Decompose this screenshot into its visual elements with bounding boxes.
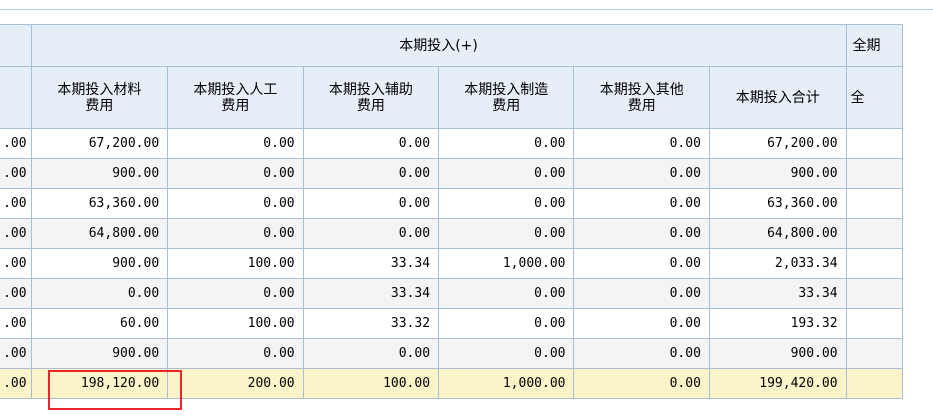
total-cell[interactable]: 100.00 bbox=[302, 368, 440, 399]
cell[interactable]: 900.00 bbox=[30, 248, 169, 279]
column-header-material[interactable]: 本期投入材料 费用 bbox=[30, 66, 169, 129]
cell[interactable]: .00 bbox=[0, 188, 32, 219]
column-header-prev[interactable]: 用 bbox=[0, 66, 32, 129]
cell[interactable]: 0.00 bbox=[573, 188, 710, 219]
cell[interactable] bbox=[845, 248, 904, 279]
cell[interactable]: 0.00 bbox=[30, 278, 169, 309]
column-header-other[interactable]: 本期投入其他 费用 bbox=[573, 66, 710, 129]
cell[interactable]: 0.00 bbox=[573, 338, 710, 369]
cost-allocation-grid: 本期投入(+) 全期 用 本期投入材料费用 本期投入人工费用 本期投入辅助费用 … bbox=[0, 24, 904, 399]
table-row[interactable]: .00 900.00 0.00 0.00 0.00 0.00 900.00 bbox=[0, 158, 904, 189]
cell[interactable]: 0.00 bbox=[573, 308, 710, 339]
table-row[interactable]: .00 900.00 0.00 0.00 0.00 0.00 900.00 bbox=[0, 338, 904, 369]
cell[interactable]: 0.00 bbox=[438, 158, 575, 189]
cell[interactable]: 0.00 bbox=[438, 128, 575, 159]
cell[interactable]: 0.00 bbox=[167, 338, 304, 369]
cell[interactable] bbox=[845, 308, 904, 339]
cell[interactable]: 0.00 bbox=[302, 338, 440, 369]
column-header-next[interactable]: 全 bbox=[845, 66, 904, 129]
table-row[interactable]: .00 0.00 0.00 33.34 0.00 0.00 33.34 bbox=[0, 278, 904, 309]
column-header-manufacturing[interactable]: 本期投入制造 费用 bbox=[438, 66, 575, 129]
cell[interactable]: .00 bbox=[0, 218, 32, 249]
cell[interactable]: 0.00 bbox=[302, 128, 440, 159]
cell[interactable]: 0.00 bbox=[573, 218, 710, 249]
cell[interactable]: 63,360.00 bbox=[30, 188, 169, 219]
group-header-next: 全期 bbox=[845, 24, 904, 67]
total-row[interactable]: .00 198,120.00 200.00 100.00 1,000.00 0.00 199… bbox=[0, 368, 904, 399]
cell[interactable]: 0.00 bbox=[167, 128, 304, 159]
cell[interactable]: 0.00 bbox=[438, 218, 575, 249]
group-header-prev bbox=[0, 24, 32, 67]
total-cell[interactable]: 1,000.00 bbox=[438, 368, 575, 399]
cell[interactable]: 100.00 bbox=[167, 308, 304, 339]
cell[interactable]: 0.00 bbox=[302, 158, 440, 189]
total-cell[interactable]: 200.00 bbox=[167, 368, 304, 399]
cell[interactable]: .00 bbox=[0, 308, 32, 339]
table-row[interactable]: .00 63,360.00 0.00 0.00 0.00 0.00 63,360.00 bbox=[0, 188, 904, 219]
cell[interactable]: 63,360.00 bbox=[708, 188, 847, 219]
cell[interactable]: .00 bbox=[0, 248, 32, 279]
cell[interactable]: 100.00 bbox=[167, 248, 304, 279]
cell[interactable]: 900.00 bbox=[708, 158, 847, 189]
group-header-current-input: 本期投入(+) bbox=[30, 24, 847, 67]
total-cell-material[interactable]: 198,120.00 bbox=[30, 368, 169, 399]
cell[interactable]: 0.00 bbox=[167, 158, 304, 189]
cell[interactable]: 64,800.00 bbox=[30, 218, 169, 249]
cell[interactable]: 0.00 bbox=[167, 188, 304, 219]
cell[interactable]: 0.00 bbox=[167, 278, 304, 309]
cell[interactable]: 900.00 bbox=[30, 158, 169, 189]
cell[interactable]: 900.00 bbox=[708, 338, 847, 369]
cell[interactable]: .00 bbox=[0, 338, 32, 369]
total-cell[interactable]: .00 bbox=[0, 368, 32, 399]
table-row[interactable]: .00 67,200.00 0.00 0.00 0.00 0.00 67,200.00 bbox=[0, 128, 904, 159]
cell[interactable] bbox=[845, 158, 904, 189]
total-cell[interactable]: 199,420.00 bbox=[708, 368, 847, 399]
cell[interactable]: 33.34 bbox=[302, 278, 440, 309]
cell[interactable]: 33.32 bbox=[302, 308, 440, 339]
cell[interactable]: 900.00 bbox=[30, 338, 169, 369]
cell[interactable]: .00 bbox=[0, 158, 32, 189]
column-header-total[interactable]: 本期投入合计 bbox=[708, 66, 847, 129]
cell[interactable]: 0.00 bbox=[438, 278, 575, 309]
cell[interactable] bbox=[845, 128, 904, 159]
cell[interactable] bbox=[845, 278, 904, 309]
total-cell[interactable] bbox=[845, 368, 904, 399]
cell[interactable]: 67,200.00 bbox=[30, 128, 169, 159]
cell[interactable]: 0.00 bbox=[167, 218, 304, 249]
table-row[interactable]: .00 900.00 100.00 33.34 1,000.00 0.00 2,033.34 bbox=[0, 248, 904, 279]
cell[interactable]: 33.34 bbox=[302, 248, 440, 279]
column-header-auxiliary[interactable]: 本期投入辅助 费用 bbox=[302, 66, 440, 129]
cell[interactable]: 64,800.00 bbox=[708, 218, 847, 249]
cell[interactable]: 67,200.00 bbox=[708, 128, 847, 159]
column-header-labor[interactable]: 本期投入人工 费用 bbox=[167, 66, 304, 129]
cell[interactable] bbox=[845, 188, 904, 219]
cell[interactable]: 0.00 bbox=[573, 158, 710, 189]
cell[interactable] bbox=[845, 218, 904, 249]
cell[interactable]: 0.00 bbox=[573, 128, 710, 159]
cell[interactable]: 0.00 bbox=[573, 248, 710, 279]
cell[interactable]: 0.00 bbox=[573, 278, 710, 309]
table-row[interactable]: .00 64,800.00 0.00 0.00 0.00 0.00 64,800.00 bbox=[0, 218, 904, 249]
cell[interactable]: .00 bbox=[0, 278, 32, 309]
cell[interactable]: 0.00 bbox=[438, 188, 575, 219]
cell[interactable]: 0.00 bbox=[438, 338, 575, 369]
cell[interactable]: 60.00 bbox=[30, 308, 169, 339]
cell[interactable]: .00 bbox=[0, 128, 32, 159]
cell[interactable]: 0.00 bbox=[438, 308, 575, 339]
cell[interactable]: 1,000.00 bbox=[438, 248, 575, 279]
cell[interactable]: 193.32 bbox=[708, 308, 847, 339]
cell[interactable]: 0.00 bbox=[302, 218, 440, 249]
cell[interactable] bbox=[845, 338, 904, 369]
table-row[interactable]: .00 60.00 100.00 33.32 0.00 0.00 193.32 bbox=[0, 308, 904, 339]
top-divider bbox=[0, 0, 933, 10]
cell[interactable]: 33.34 bbox=[708, 278, 847, 309]
cell[interactable]: 0.00 bbox=[302, 188, 440, 219]
cell[interactable]: 2,033.34 bbox=[708, 248, 847, 279]
total-cell[interactable]: 0.00 bbox=[573, 368, 710, 399]
